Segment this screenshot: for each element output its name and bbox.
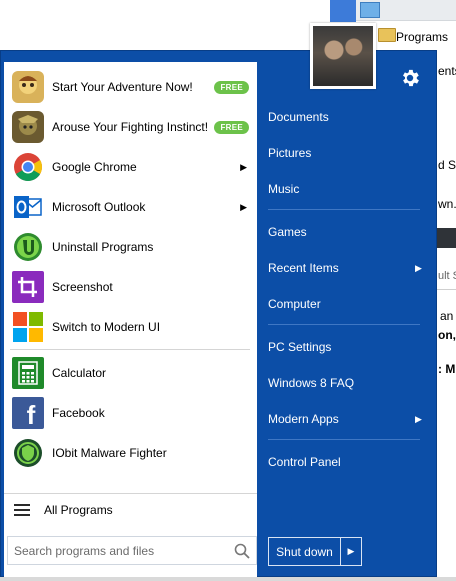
programs-panel: Start Your Adventure Now! FREE Arouse Yo… bbox=[4, 62, 257, 577]
menu-divider bbox=[268, 324, 420, 325]
menu-item-music[interactable]: Music bbox=[268, 182, 299, 202]
menu-item-pictures[interactable]: Pictures bbox=[268, 146, 311, 166]
program-item-screenshot[interactable]: Screenshot bbox=[4, 267, 257, 307]
menu-divider bbox=[268, 439, 420, 440]
program-label: Start Your Adventure Now! bbox=[52, 80, 193, 94]
free-badge: FREE bbox=[214, 80, 249, 94]
program-label: Facebook bbox=[52, 406, 105, 420]
program-label: Arouse Your Fighting Instinct! bbox=[52, 120, 209, 134]
shutdown-control: Shut down ▶ bbox=[268, 537, 362, 566]
uninstaller-icon bbox=[12, 231, 44, 263]
program-item-uninstall[interactable]: Uninstall Programs bbox=[4, 227, 257, 267]
shutdown-button[interactable]: Shut down bbox=[269, 538, 341, 565]
search-box bbox=[7, 536, 257, 565]
background-divider bbox=[436, 289, 456, 290]
all-programs-divider bbox=[4, 493, 257, 494]
program-item-modern-ui[interactable]: Switch to Modern UI bbox=[4, 307, 257, 347]
program-label: Microsoft Outlook bbox=[52, 200, 146, 214]
search-input[interactable] bbox=[12, 542, 226, 559]
programs-divider bbox=[10, 349, 250, 350]
all-programs-button[interactable]: All Programs bbox=[4, 497, 257, 523]
background-text: ents bbox=[438, 64, 456, 78]
facebook-icon: f bbox=[12, 397, 44, 430]
game-character-icon bbox=[12, 71, 44, 103]
program-label: Switch to Modern UI bbox=[52, 320, 161, 334]
background-text: an bbox=[440, 309, 454, 323]
menu-item-control-panel[interactable]: Control Panel bbox=[268, 455, 341, 475]
warrior-icon bbox=[12, 111, 44, 143]
calculator-icon bbox=[12, 357, 44, 389]
crop-icon bbox=[12, 271, 44, 303]
shutdown-options-arrow-icon[interactable]: ▶ bbox=[341, 538, 361, 565]
program-label: Calculator bbox=[52, 366, 107, 380]
submenu-arrow-icon[interactable]: ▶ bbox=[240, 162, 247, 173]
menu-item-games[interactable]: Games bbox=[268, 225, 307, 245]
background-scrollbar[interactable] bbox=[0, 577, 456, 581]
menu-item-modern-apps[interactable]: Modern Apps bbox=[268, 412, 339, 432]
background-accent-strip bbox=[330, 0, 356, 22]
menu-divider bbox=[268, 209, 420, 210]
program-item-outlook[interactable]: Microsoft Outlook ▶ bbox=[4, 187, 257, 227]
background-text: ult S bbox=[438, 270, 456, 282]
shield-icon bbox=[12, 437, 44, 469]
background-text: : M bbox=[438, 362, 456, 376]
windows-tiles-icon bbox=[12, 311, 44, 343]
program-label: Screenshot bbox=[52, 280, 113, 294]
menu-item-computer[interactable]: Computer bbox=[268, 297, 321, 317]
user-avatar[interactable] bbox=[310, 23, 376, 89]
submenu-arrow-icon[interactable]: ▶ bbox=[415, 263, 422, 274]
chrome-icon bbox=[12, 151, 44, 183]
search-icon[interactable] bbox=[234, 543, 250, 559]
program-item-chrome[interactable]: Google Chrome ▶ bbox=[4, 147, 257, 187]
program-item-iobit[interactable]: IObit Malware Fighter bbox=[4, 433, 257, 473]
gear-icon[interactable] bbox=[399, 67, 421, 89]
background-programs-label[interactable]: Programs bbox=[396, 30, 448, 44]
program-item-fighting[interactable]: Arouse Your Fighting Instinct! FREE bbox=[4, 107, 257, 147]
all-programs-label: All Programs bbox=[44, 503, 113, 517]
background-text: wn. bbox=[438, 197, 456, 211]
background-dark-panel bbox=[436, 228, 456, 248]
program-label: Google Chrome bbox=[52, 160, 137, 174]
program-label: Uninstall Programs bbox=[52, 240, 154, 254]
free-badge: FREE bbox=[214, 120, 249, 134]
background-text: on, bbox=[438, 328, 456, 342]
program-label: IObit Malware Fighter bbox=[52, 446, 167, 460]
program-item-calculator[interactable]: Calculator bbox=[4, 353, 257, 393]
menu-item-windows8-faq[interactable]: Windows 8 FAQ bbox=[268, 376, 354, 396]
background-text: d Su bbox=[438, 158, 456, 172]
menu-item-recent-items[interactable]: Recent Items bbox=[268, 261, 339, 281]
folder-icon bbox=[378, 28, 396, 42]
submenu-arrow-icon[interactable]: ▶ bbox=[240, 202, 247, 213]
program-item-adventure[interactable]: Start Your Adventure Now! FREE bbox=[4, 67, 257, 107]
outlook-icon bbox=[12, 191, 44, 223]
avatar-photo bbox=[313, 26, 373, 86]
menu-item-pc-settings[interactable]: PC Settings bbox=[268, 340, 331, 360]
menu-item-documents[interactable]: Documents bbox=[268, 110, 329, 130]
program-item-facebook[interactable]: f Facebook bbox=[4, 393, 257, 433]
submenu-arrow-icon[interactable]: ▶ bbox=[415, 414, 422, 425]
background-tab-icon bbox=[360, 2, 380, 18]
hamburger-icon bbox=[14, 504, 30, 516]
